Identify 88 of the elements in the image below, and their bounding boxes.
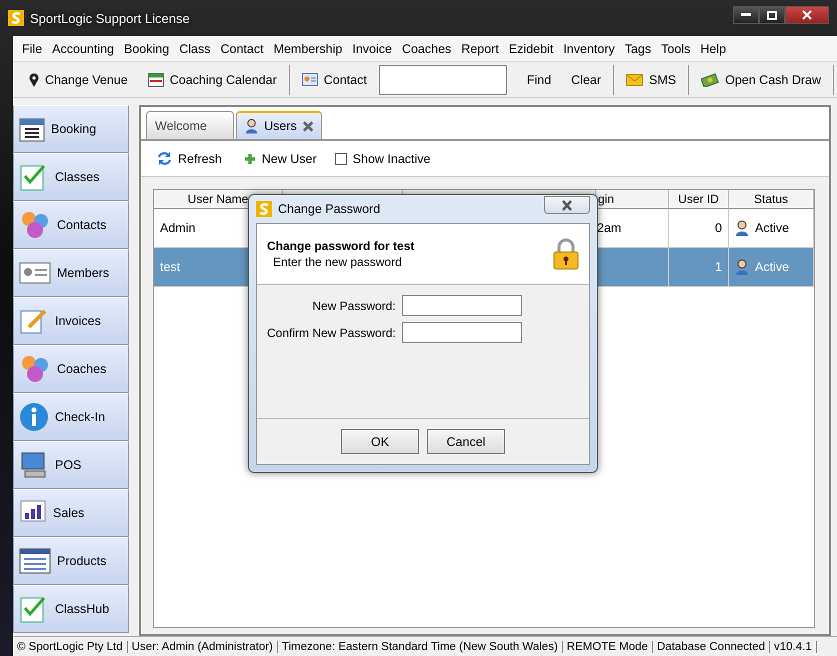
sidebar-item[interactable]: Classes <box>13 153 129 201</box>
refresh-button[interactable]: Refresh <box>149 147 230 170</box>
field-label: Confirm New Password: <box>267 326 396 340</box>
minimize-button[interactable] <box>733 6 759 24</box>
close-icon <box>561 200 573 210</box>
status-cell: Active <box>729 209 814 248</box>
calendar-icon <box>19 116 45 142</box>
contact-button[interactable]: Contact <box>294 68 375 90</box>
minimize-icon <box>741 13 751 17</box>
menu-item[interactable]: Report <box>456 42 504 56</box>
field-label: New Password: <box>311 298 396 312</box>
status-bar-item: © SportLogic Pty Ltd <box>13 640 128 652</box>
open-cash-draw-button[interactable]: Open Cash Draw <box>693 68 829 90</box>
list-window-icon <box>19 547 51 575</box>
info-icon <box>19 402 49 432</box>
person-icon <box>735 220 749 236</box>
people-icon <box>19 210 51 240</box>
table-cell: 1 <box>669 248 729 287</box>
checkbox-label: Show Inactive <box>352 152 430 166</box>
sidebar-item[interactable]: Booking <box>13 105 129 153</box>
sidebar-item[interactable]: Check-In <box>13 393 129 441</box>
contact-search-field[interactable] <box>378 64 507 94</box>
sidebar-item[interactable]: ClassHub <box>13 585 129 633</box>
coaching-calendar-button[interactable]: Coaching Calendar <box>140 68 285 90</box>
menu-item[interactable]: Ezidebit <box>504 42 558 56</box>
password-field[interactable] <box>402 322 522 343</box>
sidebar-item[interactable]: Invoices <box>13 297 129 345</box>
menu-item[interactable]: Invoice <box>347 42 397 56</box>
sidebar-item[interactable]: Sales <box>13 489 129 537</box>
person-icon <box>735 259 749 275</box>
plus-icon <box>244 152 256 164</box>
maximize-icon <box>767 10 777 20</box>
menu-item[interactable]: Help <box>695 42 732 56</box>
column-header: gin <box>596 190 669 209</box>
sidebar-item[interactable]: Coaches <box>13 345 129 393</box>
logo-icon <box>256 201 272 217</box>
cancel-button[interactable]: Cancel <box>427 429 505 454</box>
padlock-icon <box>553 238 579 270</box>
calendar-icon <box>148 72 164 86</box>
menu-item[interactable]: Contact <box>215 42 269 56</box>
maximize-button[interactable] <box>759 6 785 24</box>
close-button[interactable] <box>785 6 829 24</box>
find-button[interactable]: Find <box>518 68 560 90</box>
contact-card-icon <box>302 73 318 86</box>
money-icon <box>701 72 720 86</box>
menu-item[interactable]: Class <box>174 42 216 56</box>
status-bar-item: REMOTE Mode <box>562 640 653 652</box>
people-icon <box>19 354 51 384</box>
table-cell: 0 <box>669 209 729 248</box>
clear-button[interactable]: Clear <box>563 68 610 90</box>
tab[interactable]: Users <box>236 111 322 139</box>
logo-icon <box>8 10 24 26</box>
column-header: Status <box>729 190 814 209</box>
pencil-icon <box>19 307 49 335</box>
menu-item[interactable]: Booking <box>119 42 174 56</box>
status-bar-item: Timezone: Eastern Standard Time (New South Wales) <box>278 640 563 652</box>
new-user-button[interactable]: New User <box>236 148 325 170</box>
person-icon <box>245 118 258 134</box>
id-card-icon <box>19 260 51 286</box>
map-pin-icon <box>29 72 39 86</box>
sidebar-item[interactable]: POS <box>13 441 129 489</box>
status-bar-item: Database Connected <box>652 640 770 652</box>
sms-button[interactable]: SMS <box>618 68 684 90</box>
menu-item[interactable]: Tags <box>620 42 656 56</box>
tab[interactable]: Welcome <box>146 111 234 139</box>
menu-item[interactable]: Coaches <box>396 42 456 56</box>
menu-item[interactable]: Membership <box>268 42 348 56</box>
status-cell: Active <box>729 248 814 287</box>
menu-item[interactable]: File <box>17 42 48 56</box>
menu-item[interactable]: Accounting <box>47 42 120 56</box>
sidebar-item[interactable]: Contacts <box>13 201 129 249</box>
close-icon[interactable] <box>302 120 313 132</box>
change-venue-button[interactable]: Change Venue <box>21 68 136 90</box>
refresh-icon <box>157 151 172 166</box>
sidebar-item[interactable]: Products <box>13 537 129 585</box>
table-cell: 2am <box>596 209 669 248</box>
sidebar-item[interactable]: Members <box>13 249 129 297</box>
window-title: SportLogic Support License <box>30 10 190 26</box>
status-bar-item: v10.4.1 <box>770 640 817 652</box>
close-icon <box>802 10 812 20</box>
menu-item[interactable]: Tools <box>656 42 696 56</box>
ok-button[interactable]: OK <box>341 429 419 454</box>
password-field[interactable] <box>402 295 522 316</box>
column-header: User ID <box>669 190 729 209</box>
status-bar-item: User: Admin (Administrator) <box>128 640 278 652</box>
menu-item[interactable]: Inventory <box>558 42 620 56</box>
close-button[interactable] <box>544 196 590 214</box>
envelope-icon <box>626 74 644 86</box>
